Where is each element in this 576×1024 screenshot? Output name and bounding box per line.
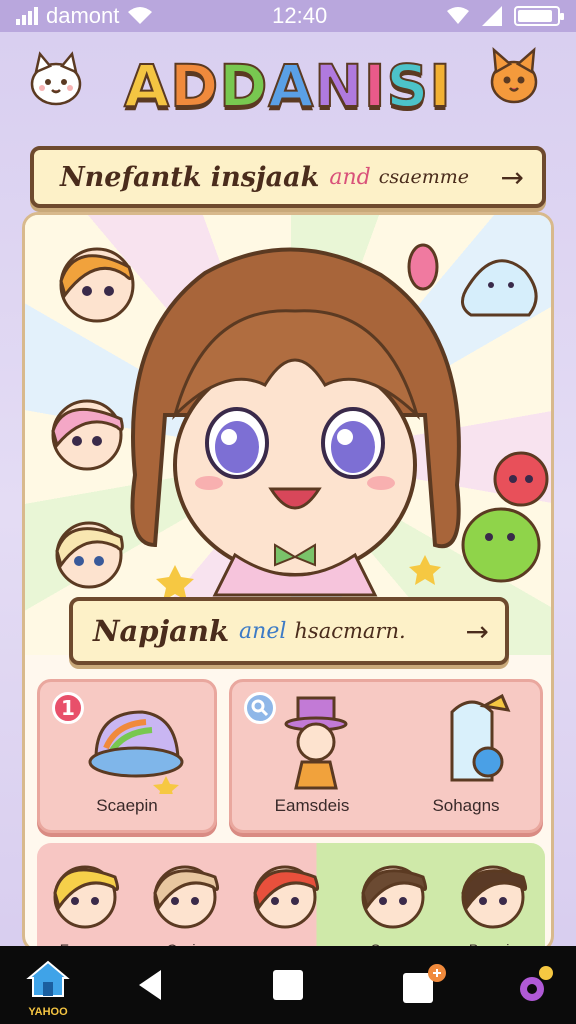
notification-badge: 1 — [52, 692, 84, 724]
side-character-blonde — [55, 521, 124, 589]
bottom-nav: YAHOO — [0, 946, 576, 1024]
character-row: Ewaeen Ouvin Soruns Paeorin — [37, 843, 545, 949]
top-banner[interactable]: Nnefantk insjaak and csaemme → — [30, 146, 546, 208]
top-banner-subtitle: csaemme — [378, 166, 469, 188]
profile-button[interactable] — [494, 946, 574, 1024]
green-dino — [461, 507, 541, 583]
tile-eamsdeis-sohagns[interactable]: Eamsdeis Sohagns — [229, 679, 543, 833]
side-character-pink — [51, 399, 124, 471]
app-logo: ADDANISI — [123, 50, 452, 122]
character-card[interactable]: Ouvin — [143, 851, 227, 949]
hero-banner-subtitle: hsacmarn. — [294, 619, 406, 643]
arrow-right-icon[interactable]: → — [466, 615, 489, 648]
recents-icon — [403, 964, 446, 1003]
character-card[interactable] — [243, 851, 327, 949]
character-card[interactable]: Paeorin — [451, 851, 535, 949]
key-creature-icon — [450, 693, 511, 782]
home-button[interactable] — [248, 946, 328, 1024]
red-creature — [493, 451, 549, 507]
home-square-icon — [273, 970, 303, 1000]
main-card: Napjank anel hsacmarn. → 1 Scaepin Eamsd… — [22, 212, 554, 952]
home-icon — [26, 960, 70, 997]
carrier-name: damont — [46, 3, 120, 28]
tile-label: Scaepin — [96, 796, 158, 815]
home-tab[interactable]: YAHOO — [8, 946, 88, 1024]
hero-section — [25, 215, 551, 655]
clock: 12:40 — [272, 3, 328, 28]
battery-icon — [513, 6, 564, 26]
cat-mascot-icon — [30, 51, 82, 106]
logo-letter: A — [123, 51, 171, 121]
arrow-right-icon[interactable]: → — [501, 161, 524, 194]
ghost-creature — [461, 259, 538, 317]
recents-button[interactable] — [384, 946, 464, 1024]
home-label: YAHOO — [28, 1006, 68, 1018]
hero-banner-title: Napjank — [93, 614, 230, 648]
rainbow-planet-icon — [88, 710, 184, 794]
character-card[interactable]: Soruns — [351, 851, 435, 949]
main-character-illustration — [130, 243, 461, 597]
logo-letter: N — [313, 51, 364, 121]
tile-label: Sohagns — [432, 796, 500, 815]
wifi-signal-icon — [446, 7, 469, 24]
tile-label: Eamsdeis — [274, 796, 350, 815]
back-icon — [139, 970, 161, 1000]
status-bar: damont 12:40 — [0, 0, 576, 32]
hero-banner[interactable]: Napjank anel hsacmarn. → — [69, 597, 509, 665]
signal-icon — [16, 7, 38, 25]
logo-letter: D — [218, 51, 269, 121]
logo-letter: D — [169, 51, 220, 121]
logo-letter: I — [363, 51, 387, 121]
app-header: ADDANISI — [0, 36, 576, 136]
top-banner-accent: and — [329, 164, 371, 190]
wifi-icon — [128, 7, 153, 24]
character-card[interactable]: Ewaeen — [43, 851, 127, 949]
back-button[interactable] — [110, 946, 190, 1024]
tile-scaepin[interactable]: 1 Scaepin — [37, 679, 217, 833]
character-hat-icon — [284, 696, 348, 790]
logo-letter: I — [428, 51, 452, 121]
side-character-orange — [59, 247, 135, 323]
fox-mascot-icon — [490, 47, 538, 104]
logo-letter: S — [385, 51, 430, 121]
search-icon[interactable] — [244, 692, 276, 724]
logo-letter: A — [267, 51, 315, 121]
cell-signal-icon — [481, 6, 502, 26]
profile-icon — [520, 966, 553, 1001]
hero-banner-accent: anel — [239, 618, 287, 644]
top-banner-title: Nnefantk insjaak — [60, 161, 320, 193]
